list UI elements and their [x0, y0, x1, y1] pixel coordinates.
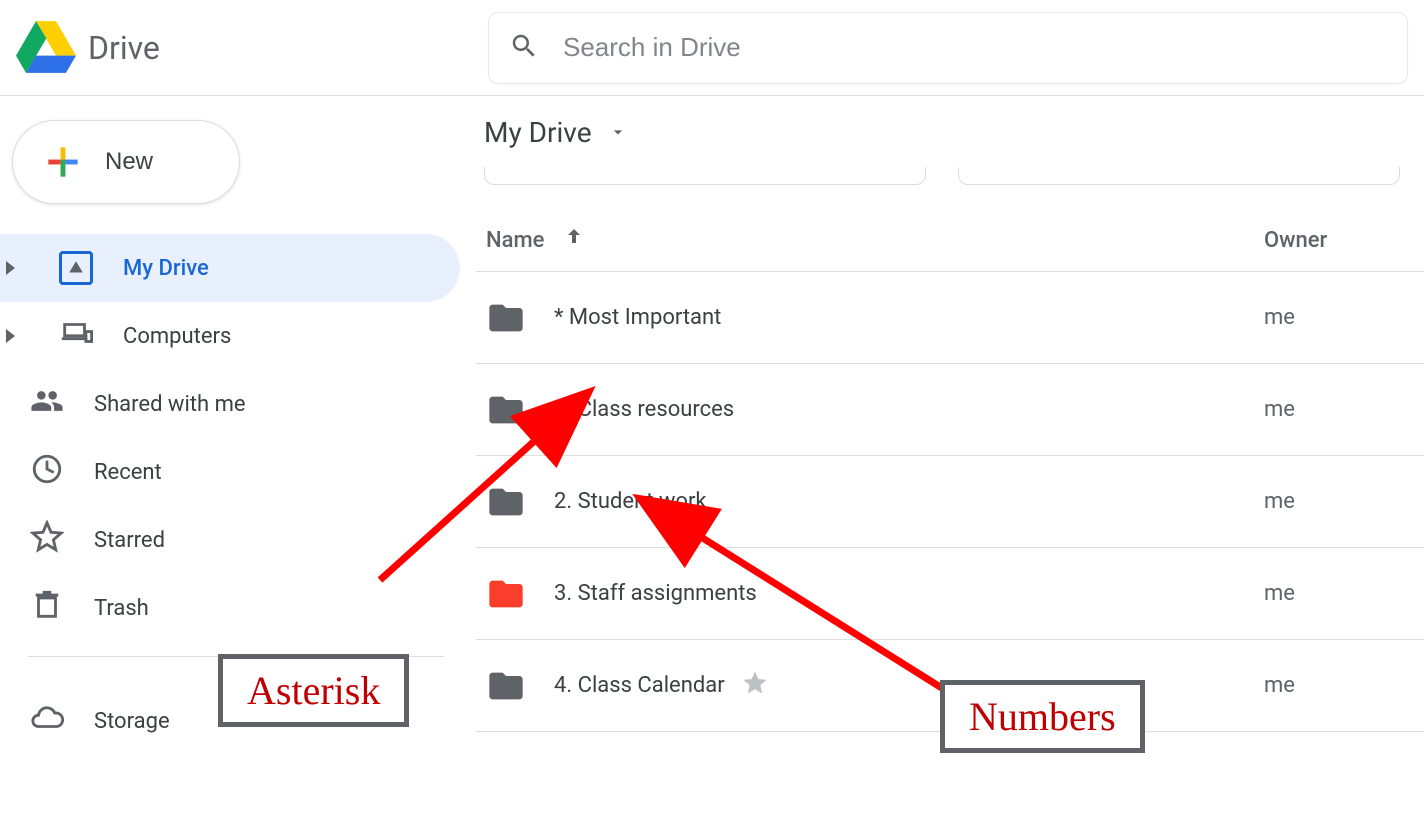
search-bar[interactable] — [488, 12, 1408, 84]
table-row[interactable]: 2. Student workme — [476, 456, 1424, 548]
file-list: * Most Importantme1. Class resourcesme2.… — [476, 272, 1424, 732]
search-icon — [509, 31, 539, 65]
trash-icon — [30, 588, 64, 628]
cloud-icon — [30, 701, 64, 741]
sidebar-item-shared[interactable]: Shared with me — [0, 370, 460, 438]
chevron-down-icon — [608, 116, 628, 149]
plus-icon — [41, 140, 85, 184]
sidebar-item-label: My Drive — [123, 256, 209, 281]
recent-icon — [30, 452, 64, 492]
table-row[interactable]: 3. Staff assignmentsme — [476, 548, 1424, 640]
file-name: 4. Class Calendar — [554, 669, 1264, 703]
file-name: 3. Staff assignments — [554, 581, 1264, 606]
sidebar-item-recent[interactable]: Recent — [0, 438, 460, 506]
table-row[interactable]: * Most Importantme — [476, 272, 1424, 364]
annotation-numbers-label: Numbers — [969, 693, 1116, 740]
breadcrumb-label: My Drive — [484, 116, 592, 149]
new-button-label: New — [105, 148, 153, 176]
search-input[interactable] — [563, 32, 1387, 63]
chip-placeholder — [484, 167, 926, 185]
file-owner: me — [1264, 305, 1414, 330]
caret-right-icon — [6, 261, 15, 275]
table-header: Name Owner — [476, 225, 1424, 272]
sidebar-item-starred[interactable]: Starred — [0, 506, 460, 574]
file-name: * Most Important — [554, 305, 1264, 330]
star-icon — [30, 520, 64, 560]
folder-icon — [486, 390, 526, 430]
sidebar-item-label: Storage — [94, 709, 170, 734]
sidebar-item-my-drive[interactable]: My Drive — [0, 234, 460, 302]
shared-icon — [30, 384, 64, 424]
file-name: 2. Student work — [554, 489, 1264, 514]
folder-icon — [486, 482, 526, 522]
starred-icon — [741, 669, 769, 703]
sidebar-item-label: Recent — [94, 460, 162, 485]
nav-list: My Drive Computers Shared with me Rece — [0, 234, 460, 642]
table-row[interactable]: 1. Class resourcesme — [476, 364, 1424, 456]
sidebar-item-label: Trash — [94, 596, 149, 621]
file-owner: me — [1264, 489, 1414, 514]
column-name[interactable]: Name — [486, 225, 1264, 255]
sort-ascending-icon — [562, 225, 586, 255]
sidebar-item-label: Shared with me — [94, 392, 246, 417]
file-owner: me — [1264, 397, 1414, 422]
annotation-asterisk-label: Asterisk — [247, 667, 380, 714]
folder-icon — [486, 574, 526, 614]
column-owner[interactable]: Owner — [1264, 228, 1414, 253]
annotation-asterisk-box: Asterisk — [218, 654, 409, 727]
new-button[interactable]: New — [12, 120, 240, 204]
column-owner-label: Owner — [1264, 228, 1327, 253]
file-name: 1. Class resources — [554, 397, 1264, 422]
file-owner: me — [1264, 581, 1414, 606]
annotation-numbers-box: Numbers — [940, 680, 1145, 753]
computers-icon — [59, 316, 93, 356]
sidebar-item-computers[interactable]: Computers — [0, 302, 460, 370]
column-name-label: Name — [486, 228, 544, 253]
drive-logo-icon — [16, 20, 76, 76]
sidebar-item-label: Computers — [123, 324, 231, 349]
file-owner: me — [1264, 673, 1414, 698]
sidebar-item-trash[interactable]: Trash — [0, 574, 460, 642]
folder-icon — [486, 666, 526, 706]
chip-placeholder — [958, 167, 1400, 185]
header-bar: Drive — [0, 0, 1424, 96]
sidebar-item-label: Starred — [94, 528, 165, 553]
caret-right-icon — [6, 329, 15, 343]
folder-icon — [486, 298, 526, 338]
breadcrumb[interactable]: My Drive — [476, 116, 1424, 149]
app-logo-wrap[interactable]: Drive — [16, 20, 488, 76]
my-drive-icon — [59, 251, 93, 285]
app-title: Drive — [88, 29, 160, 67]
suggestion-chips — [476, 167, 1424, 185]
